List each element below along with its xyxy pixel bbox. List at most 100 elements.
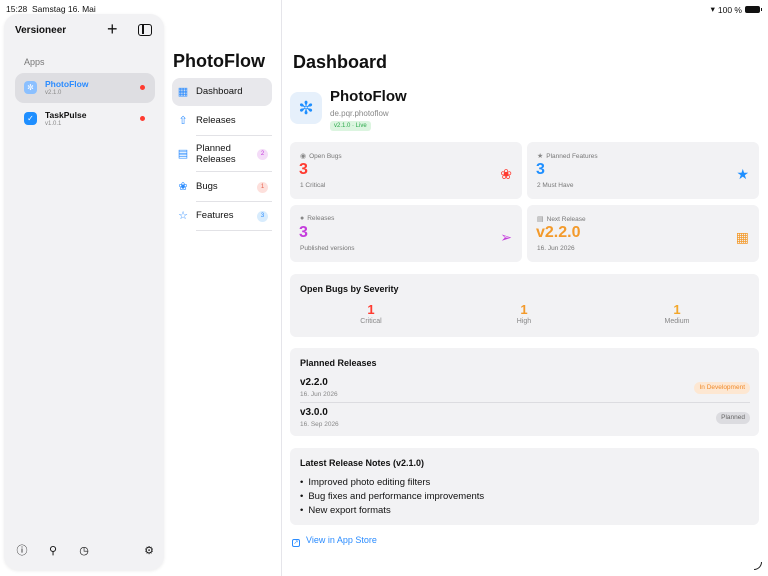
grid-icon: ▦ — [177, 86, 189, 98]
release-small-icon: ● — [300, 215, 305, 222]
planned-features-sub: 2 Must Have — [537, 182, 574, 189]
sidebar-item-taskpulse[interactable]: ✓ TaskPulse v1.0.1 — [15, 104, 155, 134]
star-icon: ★ — [736, 166, 749, 182]
taskpulse-app-icon: ✓ — [24, 112, 37, 125]
app-version: v1.0.1 — [45, 121, 62, 127]
open-bugs-card[interactable]: ◉ Open Bugs 3 1 Critical ❀ — [290, 142, 522, 199]
nav-item-releases[interactable]: ⇧ Releases — [172, 107, 272, 135]
next-release-card[interactable]: ▤ Next Release v2.2.0 16. Jun 2026 ▦ — [527, 205, 759, 262]
severity-high: 1 High — [449, 302, 599, 325]
release-note-item: Bug fixes and performance improvements — [300, 491, 484, 502]
bugs-count-badge: 1 — [257, 182, 268, 193]
severity-critical: 1 Critical — [296, 302, 446, 325]
sidebar-toggle-icon[interactable] — [138, 24, 152, 36]
history-icon[interactable]: ◷ — [77, 544, 91, 558]
nav-divider — [196, 135, 272, 136]
app-version: v2.1.0 — [45, 90, 62, 96]
nav-item-bugs[interactable]: ❀ Bugs 1 — [172, 173, 272, 201]
nav-item-planned-releases[interactable]: ▤ Planned Releases 2 — [172, 140, 272, 168]
app-name: TaskPulse — [45, 110, 87, 120]
planned-releases-count-badge: 2 — [257, 149, 268, 160]
nav-item-features[interactable]: ☆ Features 3 — [172, 202, 272, 230]
planned-release-row[interactable]: v2.2.0 16. Jun 2026 In Development — [300, 377, 750, 403]
sidebar: Versioneer + Apps ✼ PhotoFlow v2.1.0 ✓ T… — [4, 14, 164, 570]
dashboard-content: Dashboard ✼ PhotoFlow de.pqr.photoflow v… — [290, 0, 760, 576]
severity-title: Open Bugs by Severity — [300, 284, 399, 294]
open-bugs-sub: 1 Critical — [300, 182, 326, 189]
releases-card[interactable]: ● Releases 3 Published versions ➢ — [290, 205, 522, 262]
sidebar-section-apps: Apps — [24, 57, 45, 67]
ladybug-icon: ❀ — [178, 181, 188, 193]
sidebar-toolbar: ⓘ ⚲ ◷ ⚙ — [4, 544, 164, 562]
severity-label: High — [516, 318, 532, 325]
app-title: PhotoFlow — [330, 88, 407, 105]
column-divider — [281, 0, 282, 576]
add-app-button[interactable]: + — [107, 19, 118, 39]
severity-label: Medium — [664, 318, 690, 325]
planned-releases-card: Planned Releases v2.2.0 16. Jun 2026 In … — [290, 348, 759, 436]
release-notes-title: Latest Release Notes (v2.1.0) — [300, 458, 425, 468]
help-icon[interactable]: ⓘ — [15, 544, 29, 558]
status-time: 15:28 Samstag 16. Mai — [6, 4, 96, 14]
nav-label: Bugs — [196, 181, 218, 192]
planned-release-row[interactable]: v3.0.0 16. Sep 2026 Planned — [300, 407, 750, 433]
calendar-icon: ▤ — [177, 148, 189, 160]
severity-label: Critical — [360, 318, 382, 325]
bugs-by-severity-card: Open Bugs by Severity 1 Critical 1 High … — [290, 274, 759, 337]
app-name: PhotoFlow — [45, 79, 89, 89]
severity-count: 1 — [520, 302, 528, 317]
open-bugs-value: 3 — [299, 161, 308, 178]
bug-small-icon: ◉ — [300, 153, 307, 160]
nav-divider — [196, 230, 272, 231]
external-link-icon: ↗ — [292, 539, 300, 547]
calendar-small-icon: ▤ — [537, 216, 544, 223]
release-notes-card: Latest Release Notes (v2.1.0) Improved p… — [290, 448, 759, 525]
planned-features-label: ★ Planned Features — [537, 153, 598, 160]
search-icon[interactable]: ⚲ — [46, 544, 60, 558]
releases-sub: Published versions — [300, 245, 355, 252]
nav-divider — [196, 171, 272, 172]
nav-label: Releases — [196, 115, 236, 126]
status-badge: In Development — [694, 382, 750, 394]
next-release-value: v2.2.0 — [536, 224, 581, 241]
settings-gear-icon[interactable]: ⚙ — [142, 544, 156, 558]
release-version: v3.0.0 — [300, 407, 328, 418]
sidebar-title: Versioneer — [15, 25, 67, 36]
view-in-app-store-link[interactable]: ↗ View in App Store — [292, 535, 377, 547]
star-icon: ☆ — [178, 210, 188, 222]
releases-value: 3 — [299, 224, 308, 241]
star-small-icon: ★ — [537, 153, 544, 160]
severity-medium: 1 Medium — [602, 302, 752, 325]
next-release-date: 16. Jun 2026 — [537, 245, 575, 252]
release-arrow-icon: ➢ — [500, 229, 512, 245]
planned-features-value: 3 — [536, 161, 545, 178]
ladybug-icon: ❀ — [500, 166, 512, 182]
sidebar-item-photoflow[interactable]: ✼ PhotoFlow v2.1.0 — [15, 73, 155, 103]
row-divider — [300, 402, 750, 403]
nav-title: PhotoFlow — [173, 51, 265, 71]
app-navigation: PhotoFlow ▦ Dashboard ⇧ Releases ▤ Plann… — [164, 14, 281, 576]
release-date: 16. Jun 2026 — [300, 391, 338, 398]
nav-item-dashboard[interactable]: ▦ Dashboard — [172, 78, 272, 106]
status-badge: Planned — [716, 412, 750, 424]
severity-count: 1 — [367, 302, 375, 317]
bundle-id: de.pqr.photoflow — [330, 109, 389, 118]
release-arrow-icon: ⇧ — [178, 115, 188, 127]
open-bugs-indicator — [140, 85, 145, 90]
open-bugs-label: ◉ Open Bugs — [300, 153, 342, 160]
planned-features-card[interactable]: ★ Planned Features 3 2 Must Have ★ — [527, 142, 759, 199]
releases-label: ● Releases — [300, 215, 335, 222]
planned-releases-title: Planned Releases — [300, 358, 377, 368]
release-date: 16. Sep 2026 — [300, 421, 339, 428]
photoflow-aperture-icon: ✼ — [290, 92, 322, 124]
live-version-badge: v2.1.0 · Live — [330, 121, 371, 131]
nav-label: Features — [196, 210, 234, 221]
nav-label: Dashboard — [196, 86, 243, 97]
calendar-icon: ▦ — [735, 229, 749, 245]
page-title: Dashboard — [293, 52, 388, 72]
next-release-label: ▤ Next Release — [537, 216, 586, 223]
severity-count: 1 — [673, 302, 681, 317]
release-note-item: Improved photo editing filters — [300, 477, 430, 488]
nav-label: Planned Releases — [196, 143, 236, 165]
window-resize-handle[interactable] — [754, 562, 762, 570]
